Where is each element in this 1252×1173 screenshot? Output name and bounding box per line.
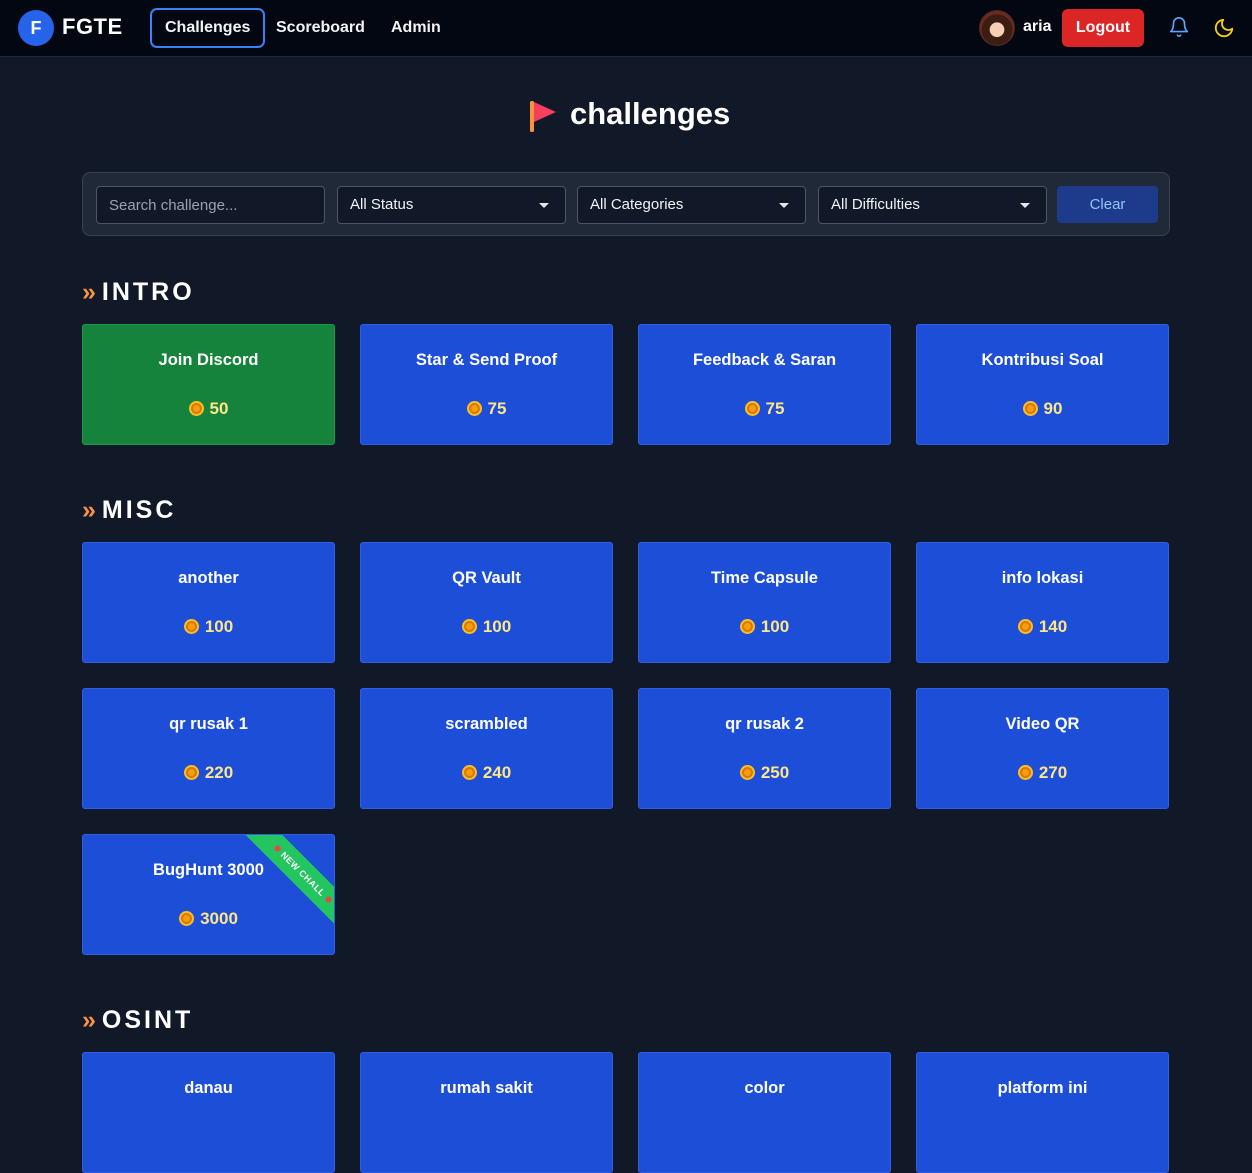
challenge-card[interactable]: Join Discord 50 (82, 324, 335, 445)
status-select-value: All Status (350, 196, 414, 213)
coin-icon (1017, 619, 1033, 634)
challenge-card[interactable]: platform ini (916, 1052, 1169, 1173)
challenge-points: 140 (917, 617, 1168, 637)
challenge-title: Video QR (1005, 715, 1080, 733)
challenge-title: scrambled (445, 715, 528, 733)
challenge-card[interactable]: color (638, 1052, 891, 1173)
status-select[interactable]: All Status (337, 186, 566, 224)
search-input[interactable] (96, 186, 325, 224)
challenge-title: QR Vault (452, 569, 521, 587)
bell-icon[interactable] (1168, 16, 1190, 38)
coin-icon (466, 401, 482, 416)
challenge-title: Feedback & Saran (692, 351, 837, 369)
challenge-points: 3000 (83, 909, 334, 929)
coin-icon (461, 619, 477, 634)
brand-name[interactable]: FGTE (62, 14, 123, 40)
challenge-title: another (178, 569, 239, 587)
challenge-card[interactable]: BugHunt 3000 3000 NEW CHALL (82, 834, 335, 955)
coin-icon (1017, 765, 1033, 780)
dot-icon (273, 844, 282, 853)
challenge-points: 100 (639, 617, 890, 637)
section-title: OSINT (101, 1006, 194, 1034)
challenge-card[interactable]: danau (82, 1052, 335, 1173)
page-title: challenges (570, 96, 731, 131)
challenge-title: qr rusak 2 (725, 715, 804, 733)
chevron-right-icon: » (82, 1006, 96, 1034)
challenge-points: 75 (639, 399, 890, 419)
challenge-points: 220 (83, 763, 334, 783)
challenge-title: rumah sakit (440, 1079, 533, 1097)
challenge-points: 50 (83, 399, 334, 419)
username[interactable]: aria (1023, 18, 1051, 36)
coin-icon (744, 401, 760, 416)
chevron-right-icon: » (82, 496, 96, 524)
challenge-title: Time Capsule (711, 569, 818, 587)
difficulty-select[interactable]: All Difficulties (818, 186, 1047, 224)
challenge-title: Star & Send Proof (415, 351, 558, 369)
challenge-title: info lokasi (1001, 569, 1084, 587)
moon-icon[interactable] (1213, 17, 1235, 39)
nav-admin[interactable]: Admin (378, 8, 454, 48)
difficulty-select-value: All Difficulties (831, 196, 920, 213)
top-navbar: F FGTE Challenges Scoreboard Admin aria … (0, 0, 1252, 57)
category-select[interactable]: All Categories (577, 186, 806, 224)
filter-panel: All Status All Categories All Difficulti… (82, 172, 1170, 236)
clear-button[interactable]: Clear (1057, 186, 1158, 223)
caret-down-icon (539, 203, 549, 208)
challenge-card[interactable]: qr rusak 1 220 (82, 688, 335, 809)
coin-icon (183, 765, 199, 780)
challenge-points: 75 (361, 399, 612, 419)
coin-icon (188, 401, 204, 416)
coin-icon (179, 911, 195, 926)
nav-challenges[interactable]: Challenges (150, 8, 266, 48)
coin-icon (739, 765, 755, 780)
page-header: challenges (0, 94, 1252, 138)
dot-icon (324, 895, 333, 904)
challenge-points: 100 (361, 617, 612, 637)
brand-logo[interactable]: F (18, 10, 54, 46)
challenge-card[interactable]: qr rusak 2 250 (638, 688, 891, 809)
avatar[interactable] (979, 10, 1015, 46)
section-title: MISC (101, 496, 177, 524)
challenge-points: 270 (917, 763, 1168, 783)
challenge-title: danau (184, 1079, 233, 1097)
challenge-card[interactable]: QR Vault 100 (360, 542, 613, 663)
challenge-title: Join Discord (158, 351, 259, 369)
challenge-points: 250 (639, 763, 890, 783)
challenge-card[interactable]: Star & Send Proof 75 (360, 324, 613, 445)
coin-icon (183, 619, 199, 634)
section-heading-misc: » MISC (82, 496, 176, 526)
caret-down-icon (1020, 203, 1030, 208)
challenge-points: 90 (917, 399, 1168, 419)
challenge-points: 100 (83, 617, 334, 637)
category-select-value: All Categories (590, 196, 684, 213)
chevron-right-icon: » (82, 278, 96, 306)
coin-icon (1022, 401, 1038, 416)
challenge-card[interactable]: Video QR 270 (916, 688, 1169, 809)
challenge-card[interactable]: info lokasi 140 (916, 542, 1169, 663)
flag-icon (530, 101, 556, 132)
logout-button[interactable]: Logout (1062, 9, 1144, 47)
challenge-card[interactable]: Feedback & Saran 75 (638, 324, 891, 445)
challenge-card[interactable]: Kontribusi Soal 90 (916, 324, 1169, 445)
challenge-title: color (744, 1079, 785, 1097)
section-heading-osint: » OSINT (82, 1006, 193, 1036)
coin-icon (739, 619, 755, 634)
section-title: INTRO (101, 278, 195, 306)
coin-icon (461, 765, 477, 780)
challenge-card[interactable]: another 100 (82, 542, 335, 663)
challenge-card[interactable]: rumah sakit (360, 1052, 613, 1173)
challenge-points: 240 (361, 763, 612, 783)
section-heading-intro: » INTRO (82, 278, 195, 308)
caret-down-icon (779, 203, 789, 208)
challenge-card[interactable]: Time Capsule 100 (638, 542, 891, 663)
challenge-title: qr rusak 1 (169, 715, 248, 733)
challenge-title: Kontribusi Soal (981, 351, 1104, 369)
challenge-card[interactable]: scrambled 240 (360, 688, 613, 809)
nav-scoreboard[interactable]: Scoreboard (263, 8, 378, 48)
challenge-title: platform ini (997, 1079, 1088, 1097)
